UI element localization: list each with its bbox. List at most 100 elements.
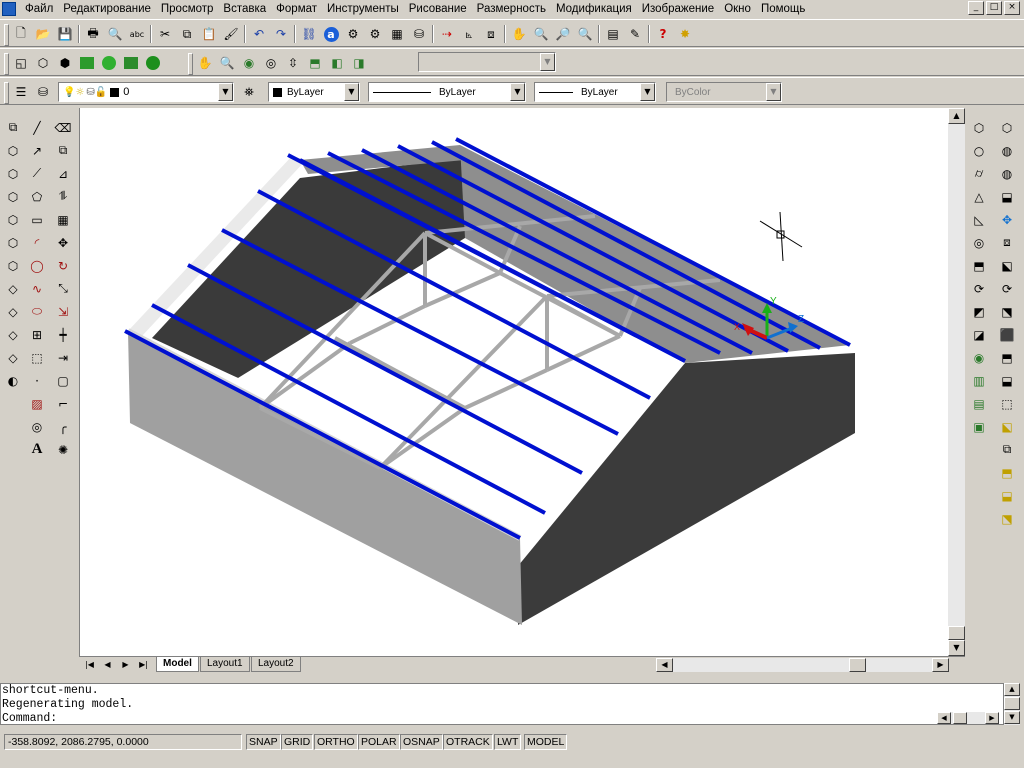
stretch-icon[interactable]: ⇲ bbox=[52, 300, 74, 323]
named-views-icon[interactable]: ⧈ bbox=[480, 23, 502, 45]
ortho-toggle[interactable]: ORTHO bbox=[314, 734, 358, 750]
cylinder-icon[interactable]: ⌭ bbox=[968, 162, 990, 185]
continuous-orbit-icon[interactable]: ◎ bbox=[260, 52, 282, 74]
array-icon[interactable]: ▦ bbox=[52, 208, 74, 231]
prev-tab-icon[interactable]: ◀ bbox=[99, 658, 116, 672]
setup-drawing-icon[interactable]: ▥ bbox=[968, 369, 990, 392]
pan-icon[interactable]: ✋ bbox=[508, 23, 530, 45]
section-icon[interactable]: ⧉ bbox=[2, 116, 24, 139]
swivel-icon[interactable]: ⬒ bbox=[304, 52, 326, 74]
copy-edges-icon[interactable]: ⬒ bbox=[996, 346, 1018, 369]
interfere-icon[interactable]: ◉ bbox=[968, 346, 990, 369]
orbit-zoom-icon[interactable]: 🔍 bbox=[216, 52, 238, 74]
menu-item[interactable]: Рисование bbox=[404, 2, 472, 16]
scroll-down-icon[interactable]: ▼ bbox=[1004, 711, 1020, 724]
make-layer-current-icon[interactable]: ⛯ bbox=[238, 81, 260, 103]
menu-item[interactable]: Файл bbox=[20, 2, 58, 16]
move-faces-icon[interactable]: ✥ bbox=[996, 208, 1018, 231]
extend-icon[interactable]: ⇥ bbox=[52, 346, 74, 369]
color-faces-icon[interactable]: ⬛ bbox=[996, 323, 1018, 346]
command-vscroll-thumb[interactable] bbox=[1004, 697, 1020, 710]
box-icon[interactable]: ⬡ bbox=[2, 254, 24, 277]
model-toggle[interactable]: MODEL bbox=[524, 734, 568, 750]
wedge-icon[interactable]: ◇ bbox=[2, 323, 24, 346]
torus-icon[interactable]: ◎ bbox=[968, 231, 990, 254]
chevron-down-icon[interactable]: ▼ bbox=[640, 83, 655, 101]
view-icon[interactable]: ◐ bbox=[2, 369, 24, 392]
adjust-distance-icon[interactable]: ⇳ bbox=[282, 52, 304, 74]
offset-faces-icon[interactable]: ⧈ bbox=[996, 231, 1018, 254]
sphere-icon[interactable]: ○ bbox=[968, 139, 990, 162]
snap-toggle[interactable]: SNAP bbox=[246, 734, 281, 750]
shade-gouraud-icon[interactable] bbox=[98, 52, 120, 74]
command-prompt[interactable]: Command: bbox=[2, 712, 1003, 726]
linetype-combo[interactable]: ByLayer ▼ bbox=[368, 82, 526, 102]
wedge-icon[interactable]: ◇ bbox=[2, 300, 24, 323]
box-solid-icon[interactable]: ⬡ bbox=[968, 116, 990, 139]
polyline-icon[interactable]: ⟋ bbox=[26, 162, 48, 185]
close-icon[interactable]: × bbox=[1004, 1, 1020, 15]
shell-icon[interactable]: ⬒ bbox=[996, 461, 1018, 484]
copy-icon[interactable]: ⧉ bbox=[176, 23, 198, 45]
insert-block-icon[interactable]: ⊞ bbox=[26, 323, 48, 346]
command-window[interactable]: shortcut-menu. Regenerating model. Comma… bbox=[0, 683, 1004, 725]
scroll-right-icon[interactable]: ▶ bbox=[985, 712, 999, 724]
taper-faces-icon[interactable]: ⬔ bbox=[996, 300, 1018, 323]
menu-item[interactable]: Помощь bbox=[756, 2, 810, 16]
clip-back-icon[interactable]: ◨ bbox=[348, 52, 370, 74]
tab-layout2[interactable]: Layout2 bbox=[251, 657, 301, 672]
polar-toggle[interactable]: POLAR bbox=[358, 734, 400, 750]
copy-object-icon[interactable]: ⧉ bbox=[52, 139, 74, 162]
dbconnect-icon[interactable]: ⛁ bbox=[408, 23, 430, 45]
revolve-icon[interactable]: ⟳ bbox=[968, 277, 990, 300]
view-combo[interactable]: ▼ bbox=[418, 52, 556, 72]
ray-icon[interactable]: ↗ bbox=[26, 139, 48, 162]
scroll-down-icon[interactable]: ▼ bbox=[948, 640, 965, 656]
menu-item[interactable]: Модификация bbox=[551, 2, 637, 16]
trim-icon[interactable]: ┿ bbox=[52, 323, 74, 346]
arc-icon[interactable]: ◜ bbox=[26, 231, 48, 254]
extract-icon[interactable]: ⬔ bbox=[996, 507, 1018, 530]
mirror-icon[interactable]: ⊿ bbox=[52, 162, 74, 185]
scroll-thumb[interactable] bbox=[948, 626, 965, 640]
open-icon[interactable]: 📂 bbox=[32, 23, 54, 45]
menu-item[interactable]: Окно bbox=[719, 2, 756, 16]
command-vscroll[interactable]: ▲ ▼ bbox=[1004, 683, 1020, 725]
print-preview-icon[interactable]: 🔍 bbox=[104, 23, 126, 45]
autodesk-today-icon[interactable]: a bbox=[320, 23, 342, 45]
chevron-down-icon[interactable]: ▼ bbox=[540, 53, 555, 71]
sun-icon[interactable]: ✸ bbox=[674, 23, 696, 45]
view-top-icon[interactable]: ◱ bbox=[10, 52, 32, 74]
menu-item[interactable]: Просмотр bbox=[156, 2, 219, 16]
separate-icon[interactable]: ⧉ bbox=[996, 438, 1018, 461]
zoom-previous-icon[interactable]: 🔍 bbox=[574, 23, 596, 45]
spline-icon[interactable]: ∿ bbox=[26, 277, 48, 300]
hyperlink-icon[interactable]: ⛓ bbox=[298, 23, 320, 45]
orbit-icon[interactable]: ◉ bbox=[238, 52, 260, 74]
help-icon[interactable]: ? bbox=[652, 23, 674, 45]
clean-icon[interactable]: ⬕ bbox=[996, 415, 1018, 438]
new-icon[interactable]: 🗋 bbox=[10, 23, 32, 45]
zoom-realtime-icon[interactable]: 🔍 bbox=[530, 23, 552, 45]
shade-sphere-icon[interactable] bbox=[142, 52, 164, 74]
cylinder-3d-icon[interactable]: ◍ bbox=[996, 139, 1018, 162]
line-icon[interactable]: ╱ bbox=[26, 116, 48, 139]
extrude-faces-icon[interactable]: ⬓ bbox=[996, 185, 1018, 208]
chevron-down-icon[interactable]: ▼ bbox=[218, 83, 233, 101]
scroll-up-icon[interactable]: ▲ bbox=[1004, 683, 1020, 696]
zoom-window-icon[interactable]: 🔎 bbox=[552, 23, 574, 45]
hatch-icon[interactable]: ▨ bbox=[26, 392, 48, 415]
horizontal-scrollbar[interactable]: ◀ ▶ bbox=[656, 658, 949, 672]
next-tab-icon[interactable]: ▶ bbox=[117, 658, 134, 672]
menu-item[interactable]: Редактирование bbox=[58, 2, 156, 16]
tab-layout1[interactable]: Layout1 bbox=[200, 657, 250, 672]
scale-icon[interactable]: ⤡ bbox=[52, 277, 74, 300]
ucs-icon[interactable]: ⦝ bbox=[458, 23, 480, 45]
clip-front-icon[interactable]: ◧ bbox=[326, 52, 348, 74]
chevron-down-icon[interactable]: ▼ bbox=[510, 83, 525, 101]
chamfer-icon[interactable]: ⌐ bbox=[52, 392, 74, 415]
last-tab-icon[interactable]: ▶| bbox=[135, 658, 152, 672]
app-icon[interactable] bbox=[2, 2, 16, 16]
orbit-pan-icon[interactable]: ✋ bbox=[194, 52, 216, 74]
menu-item[interactable]: Изображение bbox=[637, 2, 719, 16]
